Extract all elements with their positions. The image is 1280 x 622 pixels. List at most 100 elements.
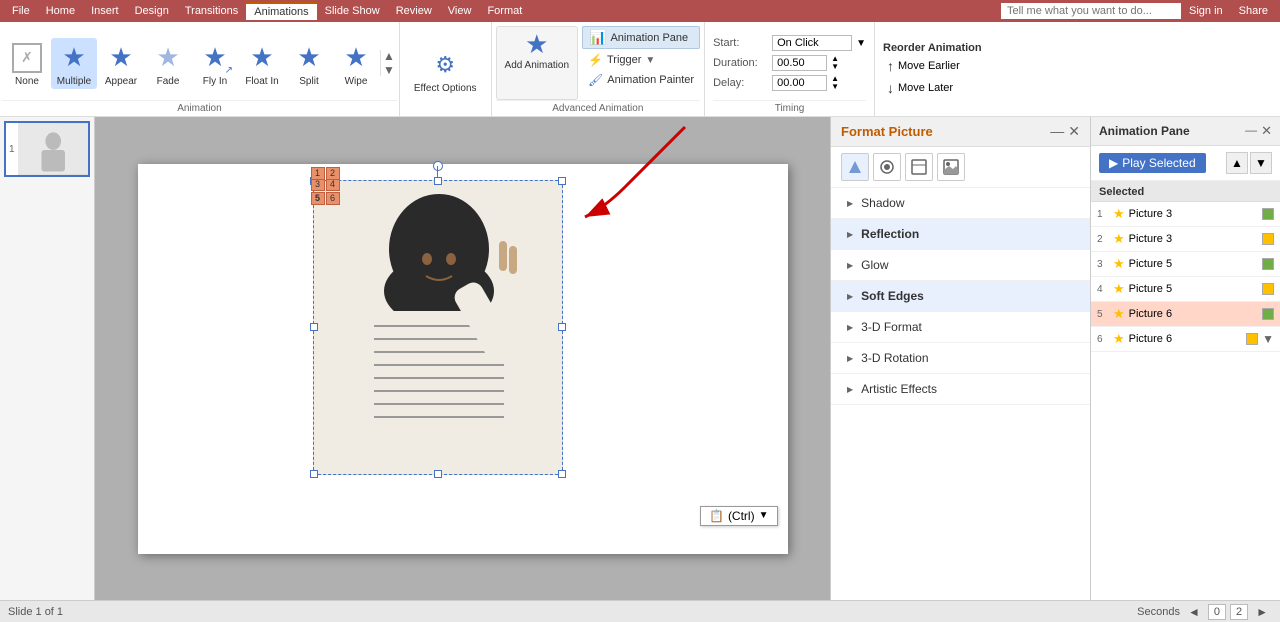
scroll-up-icon[interactable]: ▲ [383, 50, 395, 62]
format-picture-items: ▶ Shadow ▶ Reflection ▶ Glow ▶ Soft Edge… [831, 188, 1090, 600]
ap-name-4: Picture 5 [1129, 283, 1258, 295]
delay-label: Delay: [713, 77, 768, 89]
seconds-label: Seconds [1137, 606, 1180, 618]
ctrl-dropdown-icon[interactable]: ▼ [759, 510, 769, 521]
fp-picture-icon[interactable] [937, 153, 965, 181]
ap-close-icon[interactable]: ✕ [1261, 123, 1272, 139]
tab-transitions[interactable]: Transitions [177, 3, 246, 19]
slide-canvas[interactable]: 3 4 5 6 1 2 📋 (Ctrl) ▼ [138, 164, 788, 554]
ap-star-2: ★ [1113, 231, 1125, 247]
slide-thumbnail[interactable]: 1 [4, 121, 90, 177]
fp-fill-icon[interactable] [841, 153, 869, 181]
tab-view[interactable]: View [440, 3, 480, 19]
tab-design[interactable]: Design [127, 3, 177, 19]
ap-item-3[interactable]: 3 ★ Picture 5 [1091, 252, 1280, 277]
ap-name-5: Picture 6 [1129, 308, 1258, 320]
minimize-icon[interactable]: — [1050, 123, 1064, 140]
ap-item-1[interactable]: 1 ★ Picture 3 [1091, 202, 1280, 227]
fp-artistic-label: Artistic Effects [861, 382, 937, 396]
tab-file[interactable]: File [4, 3, 38, 19]
ctrl-paste-popup[interactable]: 📋 (Ctrl) ▼ [700, 506, 778, 526]
tab-format[interactable]: Format [479, 3, 530, 19]
animation-none-label: None [15, 76, 39, 87]
animation-multiple[interactable]: ★ Multiple [51, 38, 97, 89]
start-label: Start: [713, 37, 768, 49]
ap-item-4[interactable]: 4 ★ Picture 5 [1091, 277, 1280, 302]
ap-num-2: 2 [1097, 234, 1109, 245]
animation-pane-items: 1 ★ Picture 3 2 ★ Picture 3 3 ★ Picture … [1091, 202, 1280, 600]
share-btn[interactable]: Share [1231, 3, 1276, 19]
ap-name-6: Picture 6 [1129, 333, 1242, 345]
ap-num-3: 3 [1097, 259, 1109, 270]
tab-slideshow[interactable]: Slide Show [317, 3, 388, 19]
ap-item-2[interactable]: 2 ★ Picture 3 [1091, 227, 1280, 252]
start-input[interactable] [772, 35, 852, 51]
tab-animations[interactable]: Animations [246, 2, 316, 20]
start-dropdown-icon[interactable]: ▼ [856, 38, 866, 49]
fp-item-reflection[interactable]: ▶ Reflection [831, 219, 1090, 250]
ap-star-5: ★ [1113, 306, 1125, 322]
clipboard-icon: 📋 [709, 509, 724, 523]
fp-item-glow[interactable]: ▶ Glow [831, 250, 1090, 281]
animation-painter-btn[interactable]: 🖌 Animation Painter [582, 71, 700, 89]
ap-minimize-icon[interactable]: — [1245, 123, 1257, 139]
fp-3d-rotation-label: 3-D Rotation [861, 351, 928, 365]
search-input[interactable] [1001, 3, 1181, 19]
close-icon[interactable]: ✕ [1068, 123, 1080, 140]
ap-down-btn[interactable]: ▼ [1250, 152, 1272, 174]
fp-shadow-expand-icon: ▶ [847, 199, 853, 208]
ap-color-6 [1246, 333, 1258, 345]
ap-item-5[interactable]: 5 ★ Picture 6 [1091, 302, 1280, 327]
effect-options-group: ⚙ Effect Options [400, 22, 492, 116]
animation-flyin[interactable]: ★ ↗ Fly In [192, 38, 238, 89]
animation-appear[interactable]: ★ Appear [98, 38, 144, 89]
person-image [313, 180, 563, 475]
fp-layout-icon[interactable] [905, 153, 933, 181]
duration-stepper-up[interactable]: ▲▼ [831, 55, 839, 71]
fp-item-3d-format[interactable]: ▶ 3-D Format [831, 312, 1090, 343]
page-prev-btn[interactable]: ◄ [1184, 605, 1204, 619]
move-later-btn[interactable]: ↓ Move Later [883, 78, 982, 98]
tab-insert[interactable]: Insert [83, 3, 127, 19]
format-picture-title: Format Picture [841, 124, 933, 139]
animation-wipe[interactable]: ★ Wipe [333, 38, 379, 89]
tab-home[interactable]: Home [38, 3, 83, 19]
animation-floatin-label: Float In [245, 76, 278, 87]
animation-fade[interactable]: ★ Fade [145, 38, 191, 89]
delay-stepper[interactable]: ▲▼ [831, 75, 839, 91]
animation-pane-btn[interactable]: 📊 Animation Pane [582, 26, 700, 49]
effect-options-btn[interactable]: ⚙ Effect Options [406, 43, 485, 98]
advanced-animation-label: Advanced Animation [496, 100, 701, 114]
fp-shadow-label: Shadow [861, 196, 904, 210]
fp-3d-format-label: 3-D Format [861, 320, 922, 334]
fp-item-3d-rotation[interactable]: ▶ 3-D Rotation [831, 343, 1090, 374]
animation-fade-label: Fade [157, 76, 180, 87]
animation-split[interactable]: ★ Split [286, 38, 332, 89]
duration-input[interactable] [772, 55, 827, 71]
add-animation-btn[interactable]: ★ Add Animation [496, 26, 579, 100]
slide-panel: 1 [0, 117, 95, 600]
ap-star-6: ★ [1113, 331, 1125, 347]
format-picture-header: Format Picture — ✕ [831, 117, 1090, 147]
reorder-group: Reorder Animation ↑ Move Earlier ↓ Move … [875, 22, 990, 116]
ap-item-6[interactable]: 6 ★ Picture 6 ▼ [1091, 327, 1280, 352]
move-earlier-btn[interactable]: ↑ Move Earlier [883, 56, 982, 76]
fp-effects-icon[interactable] [873, 153, 901, 181]
scroll-down-icon[interactable]: ▼ [383, 64, 395, 76]
fp-item-soft-edges[interactable]: ▶ Soft Edges [831, 281, 1090, 312]
trigger-btn[interactable]: ⚡ Trigger ▼ [582, 51, 700, 69]
tab-review[interactable]: Review [388, 3, 440, 19]
fp-3d-rotation-expand-icon: ▶ [847, 354, 853, 363]
animation-none[interactable]: ✗ None [4, 38, 50, 89]
fp-item-shadow[interactable]: ▶ Shadow [831, 188, 1090, 219]
slide-number: 1 [6, 142, 18, 157]
sign-in-btn[interactable]: Sign in [1181, 3, 1231, 19]
ap-num-1: 1 [1097, 209, 1109, 220]
ap-up-btn[interactable]: ▲ [1226, 152, 1248, 174]
ap-star-3: ★ [1113, 256, 1125, 272]
animation-floatin[interactable]: ★ Float In [239, 38, 285, 89]
fp-item-artistic-effects[interactable]: ▶ Artistic Effects [831, 374, 1090, 405]
page-next-btn[interactable]: ► [1252, 605, 1272, 619]
play-selected-btn[interactable]: ▶ Play Selected [1099, 153, 1206, 173]
delay-input[interactable] [772, 75, 827, 91]
